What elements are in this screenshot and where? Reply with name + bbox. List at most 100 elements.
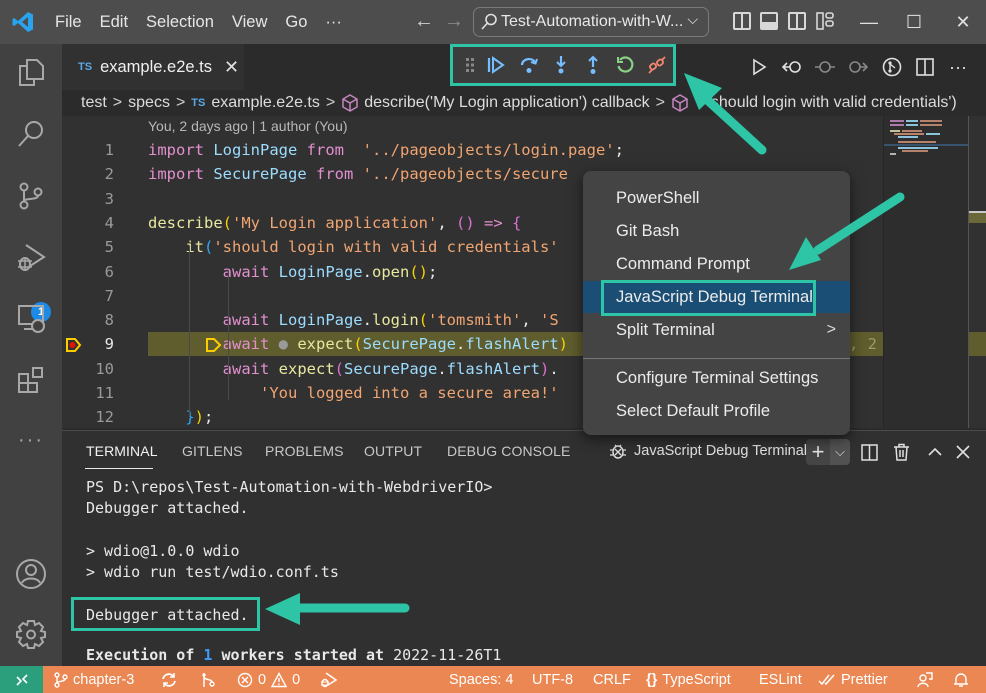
breadcrumb-test[interactable]: test xyxy=(81,94,107,112)
search-icon xyxy=(481,13,497,30)
continue-icon[interactable] xyxy=(480,50,512,80)
extensions-icon[interactable] xyxy=(13,362,49,398)
breakpoint-stackframe-icon[interactable] xyxy=(66,336,82,353)
code-token: . xyxy=(362,311,372,330)
menu-selection[interactable]: Selection xyxy=(137,0,223,44)
code-token: await xyxy=(222,262,279,281)
close-tab-icon[interactable]: ✕ xyxy=(224,57,239,78)
code-line[interactable]: 1 import LoginPage from '../pageobjects/l… xyxy=(62,138,986,162)
revision-icon[interactable] xyxy=(812,54,838,80)
menu-item-powershell[interactable]: PowerShell xyxy=(583,182,850,214)
menu-more[interactable]: ··· xyxy=(316,0,350,44)
prettier-indicator[interactable]: Prettier xyxy=(818,666,888,693)
menu-item-git-bash[interactable]: Git Bash xyxy=(583,215,850,247)
maximize-panel-chevron-up-icon[interactable] xyxy=(923,439,947,465)
breadcrumb-describe[interactable]: describe('My Login application') callbac… xyxy=(364,94,649,112)
disconnect-icon[interactable] xyxy=(641,50,673,80)
menu-view[interactable]: View xyxy=(223,0,276,44)
code-token: { xyxy=(511,213,522,232)
eol-indicator[interactable]: CRLF xyxy=(593,666,631,693)
tab-gitlens[interactable]: GITLENS xyxy=(182,443,243,459)
forward-arrow-icon[interactable]: → xyxy=(444,10,464,33)
back-arrow-icon[interactable]: ← xyxy=(414,10,434,33)
menu-item-select-default-profile[interactable]: Select Default Profile xyxy=(583,395,850,427)
problems-indicator[interactable]: 0 0 xyxy=(237,666,300,693)
split-terminal-icon[interactable] xyxy=(857,439,881,465)
code-token: describe xyxy=(148,213,223,232)
tab-problems[interactable]: PROBLEMS xyxy=(265,443,344,459)
line-number: 8 xyxy=(104,311,114,330)
notifications-bell-icon[interactable] xyxy=(953,666,969,693)
launch-profile-dropdown[interactable]: ⌵ xyxy=(830,439,850,465)
accounts-icon[interactable] xyxy=(13,556,49,592)
customize-layout-icon[interactable] xyxy=(816,12,834,30)
step-out-icon[interactable] xyxy=(577,50,609,80)
menu-item-configure-terminal-settings[interactable]: Configure Terminal Settings xyxy=(583,362,850,394)
tab-terminal[interactable]: TERMINAL xyxy=(86,443,158,459)
more-views-icon[interactable]: ··· xyxy=(13,422,49,458)
menu-edit[interactable]: Edit xyxy=(91,0,137,44)
menu-file[interactable]: File xyxy=(46,0,91,44)
menu-item-javascript-debug-terminal[interactable]: JavaScript Debug Terminal xyxy=(583,281,850,313)
gitlens-blame-annotation[interactable]: You, 2 days ago | 1 author (You) xyxy=(148,118,348,134)
gitlens-icon[interactable] xyxy=(879,54,905,80)
remote-indicator[interactable] xyxy=(0,666,43,693)
search-icon[interactable] xyxy=(13,116,49,152)
minimize-button[interactable]: — xyxy=(846,0,892,44)
code-token: ( xyxy=(334,359,344,378)
toggle-panel-icon[interactable] xyxy=(760,12,778,30)
run-icon[interactable] xyxy=(746,54,772,80)
encoding-indicator[interactable]: UTF-8 xyxy=(532,666,573,693)
toggle-secondary-sidebar-icon[interactable] xyxy=(788,12,806,30)
editor-scrollbar[interactable] xyxy=(968,116,969,428)
split-editor-icon[interactable] xyxy=(912,54,938,80)
command-center-search[interactable]: Test-Automation-with-W... ⌵ xyxy=(473,7,709,37)
restart-icon[interactable] xyxy=(609,50,641,80)
code-token: from xyxy=(315,165,363,184)
more-actions-icon[interactable]: ··· xyxy=(945,54,971,80)
step-into-icon[interactable] xyxy=(545,50,577,80)
remote-explorer-icon[interactable] xyxy=(13,300,49,336)
chevron-right-icon: > xyxy=(826,321,836,338)
step-over-icon[interactable] xyxy=(513,50,545,80)
menu-go[interactable]: Go xyxy=(276,0,316,44)
debug-terminal-icon xyxy=(610,444,626,459)
menu-item-split-terminal[interactable]: Split Terminal > xyxy=(583,314,850,346)
close-panel-icon[interactable] xyxy=(951,439,975,465)
source-control-icon[interactable] xyxy=(13,178,49,214)
tab-example-e2e[interactable]: TS example.e2e.ts ✕ xyxy=(62,44,244,90)
debug-status-icon[interactable] xyxy=(320,666,338,693)
inline-breakpoint-icon[interactable]: ● xyxy=(279,335,298,353)
run-and-debug-icon[interactable] xyxy=(13,240,49,276)
sync-icon[interactable] xyxy=(160,666,178,693)
drag-handle-icon[interactable] xyxy=(459,50,480,80)
code-text: await LoginPage.open(); xyxy=(148,260,438,284)
code-token: LoginPage xyxy=(278,262,363,281)
minimap[interactable] xyxy=(883,116,969,428)
breadcrumb-file[interactable]: example.e2e.ts xyxy=(211,94,320,112)
tab-output[interactable]: OUTPUT xyxy=(364,443,422,459)
kill-terminal-trash-icon[interactable] xyxy=(889,439,913,465)
go-forward-change-icon[interactable] xyxy=(845,54,871,80)
branch-indicator[interactable]: chapter-3 xyxy=(54,666,134,693)
terminal-selector[interactable]: JavaScript Debug Terminal xyxy=(608,441,807,461)
toggle-primary-sidebar-icon[interactable] xyxy=(733,12,751,30)
close-window-button[interactable]: ✕ xyxy=(940,0,986,44)
indent-guide xyxy=(189,246,190,416)
indentation-indicator[interactable]: Spaces: 4 xyxy=(449,666,514,693)
go-back-change-icon[interactable] xyxy=(779,54,805,80)
language-mode-indicator[interactable]: {} TypeScript xyxy=(646,666,731,693)
breadcrumb-specs[interactable]: specs xyxy=(128,94,170,112)
new-terminal-button[interactable]: + xyxy=(806,439,830,465)
menu-item-command-prompt[interactable]: Command Prompt xyxy=(583,248,850,280)
tab-debug-console[interactable]: DEBUG CONSOLE xyxy=(447,443,570,459)
line-number: 1 xyxy=(104,141,114,159)
live-share-feedback-icon[interactable] xyxy=(917,666,933,693)
gitlens-launchpad-icon[interactable] xyxy=(200,666,216,693)
maximize-button[interactable]: ☐ xyxy=(891,0,937,44)
explorer-icon[interactable] xyxy=(13,54,49,90)
code-token: } xyxy=(185,408,195,427)
manage-gear-icon[interactable] xyxy=(13,616,49,652)
eslint-indicator[interactable]: ESLint xyxy=(759,666,802,693)
breadcrumb-it[interactable]: should login with valid credentials') xyxy=(711,94,957,112)
